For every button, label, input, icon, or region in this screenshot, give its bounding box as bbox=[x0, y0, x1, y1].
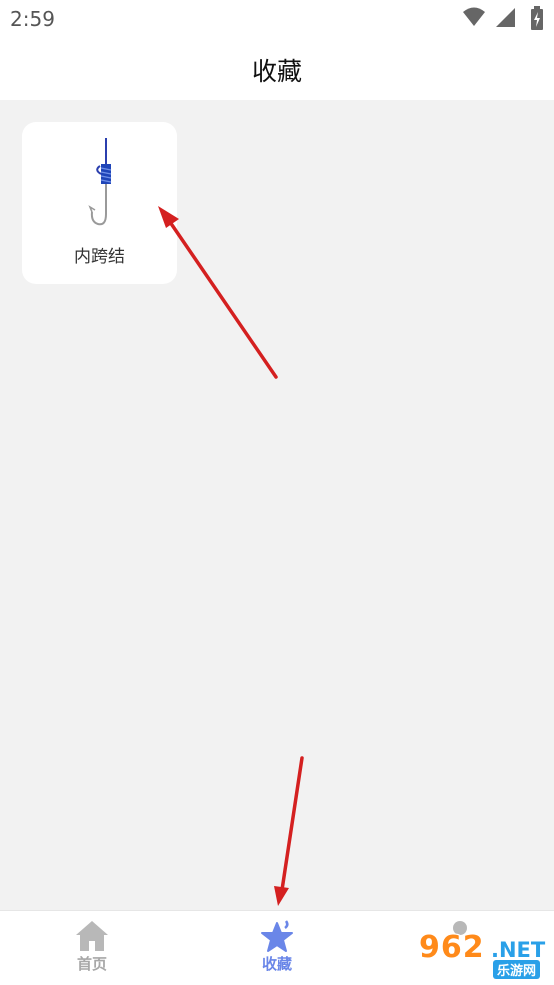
favorite-card[interactable]: 内跨结 bbox=[22, 122, 177, 284]
site-watermark: 962 .NET 乐游网 bbox=[415, 930, 551, 979]
wifi-icon bbox=[463, 7, 485, 26]
page-title: 收藏 bbox=[251, 57, 302, 86]
title-bar: 收藏 bbox=[0, 38, 554, 100]
fishing-hook-knot-icon bbox=[88, 138, 112, 226]
tab-home-label: 首页 bbox=[76, 955, 107, 973]
watermark-main: 962 bbox=[419, 930, 485, 965]
watermark-suffix: .NET bbox=[491, 938, 546, 962]
favorites-grid: 内跨结 bbox=[0, 100, 554, 910]
favorite-card-label: 内跨结 bbox=[74, 247, 125, 267]
tab-favorites[interactable]: 收藏 bbox=[217, 911, 337, 985]
home-icon bbox=[76, 921, 108, 951]
status-bar: 2:59 bbox=[0, 0, 554, 38]
tab-home[interactable]: 首页 bbox=[32, 911, 152, 985]
tab-favorites-label: 收藏 bbox=[261, 955, 292, 973]
signal-icon bbox=[496, 8, 515, 27]
battery-charging-icon bbox=[531, 6, 543, 30]
watermark-sub: 乐游网 bbox=[493, 960, 541, 979]
status-time: 2:59 bbox=[10, 7, 55, 31]
star-icon bbox=[261, 920, 293, 952]
